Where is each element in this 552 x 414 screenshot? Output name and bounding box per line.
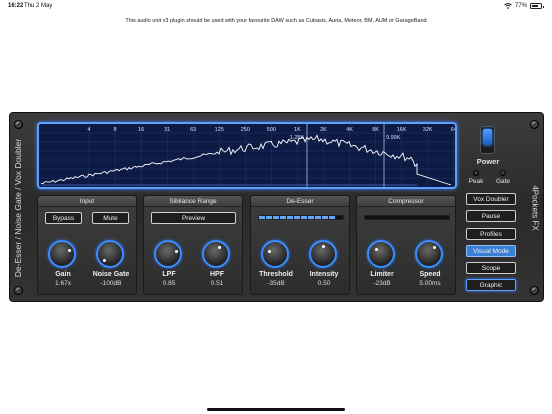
peak-label: Peak bbox=[468, 178, 484, 185]
compressor-panel: Compressor Limiter -23dB Speed 5.00ms bbox=[356, 195, 456, 295]
sibilance-title: Sibilance Range bbox=[144, 196, 242, 207]
speed-knob[interactable] bbox=[415, 240, 443, 268]
peak-led bbox=[473, 170, 479, 176]
gain-knob[interactable] bbox=[48, 240, 76, 268]
limiter-value: -23dB bbox=[373, 280, 391, 287]
limiter-knob[interactable] bbox=[367, 240, 395, 268]
deesser-meter bbox=[258, 215, 344, 220]
spectrum-svg: 481631631252505001K2K4K8K16K32K641.28K9.… bbox=[39, 124, 455, 187]
freq-label: 125 bbox=[215, 127, 224, 133]
hpf-value: 0.51 bbox=[210, 280, 224, 287]
freq-label: 63 bbox=[190, 127, 196, 133]
mute-button[interactable]: Mute bbox=[92, 212, 129, 224]
graphic-button[interactable]: Graphic bbox=[466, 279, 516, 291]
deesser-panel: De-Esser Threshold -35dB Intensity 0.50 bbox=[250, 195, 350, 295]
bypass-button[interactable]: Bypass bbox=[45, 212, 82, 224]
power-icon bbox=[483, 129, 492, 145]
wifi-icon bbox=[504, 3, 512, 9]
noise-gate-value: -100dB bbox=[100, 280, 122, 287]
freq-label: 31 bbox=[164, 127, 170, 133]
freq-label: 16 bbox=[138, 127, 144, 133]
threshold-label: Threshold bbox=[259, 271, 293, 278]
freq-label: 16K bbox=[397, 127, 407, 133]
status-time: 16:22 bbox=[8, 3, 24, 9]
freq-label: 8 bbox=[114, 127, 117, 133]
threshold-value: -35dB bbox=[267, 280, 285, 287]
vox-doubler-button[interactable]: Vox Doubler bbox=[466, 193, 516, 205]
power-label: Power bbox=[476, 157, 500, 166]
input-title: Input bbox=[38, 196, 136, 207]
scope-button[interactable]: Scope bbox=[466, 262, 516, 274]
speed-value: 5.00ms bbox=[419, 280, 441, 287]
profiles-button[interactable]: Profiles bbox=[466, 228, 516, 240]
lpf-knob[interactable] bbox=[154, 240, 182, 268]
compressor-title: Compressor bbox=[357, 196, 455, 207]
intensity-label: Intensity bbox=[309, 271, 339, 278]
freq-label: 4 bbox=[87, 127, 90, 133]
freq-label: 8K bbox=[372, 127, 379, 133]
freq-label: 1K bbox=[294, 127, 301, 133]
power-switch[interactable] bbox=[480, 126, 495, 154]
brand-label: 4Pockets FX bbox=[530, 185, 540, 231]
gain-label: Gain bbox=[55, 271, 71, 278]
threshold-knob[interactable] bbox=[261, 240, 289, 268]
preview-button[interactable]: Preview bbox=[151, 212, 236, 224]
noise-gate-knob[interactable] bbox=[96, 240, 124, 268]
sibilance-panel: Sibilance Range Preview LPF 0.85 HPF 0.5… bbox=[143, 195, 243, 295]
limiter-label: Limiter bbox=[370, 271, 394, 278]
battery-icon bbox=[530, 3, 544, 9]
compressor-meter bbox=[364, 215, 450, 220]
lpf-value: 0.85 bbox=[162, 280, 176, 287]
speed-label: Speed bbox=[419, 271, 441, 278]
plugin-name-label: De-Esser / Noise Gate / Vox Doubler bbox=[13, 138, 23, 278]
freq-label: 64 bbox=[451, 127, 455, 133]
gain-value: 1.67x bbox=[55, 280, 71, 287]
freq-label: 32K bbox=[423, 127, 433, 133]
hpf-label: HPF bbox=[210, 271, 224, 278]
noise-gate-label: Noise Gate bbox=[92, 271, 130, 278]
freq-label: 4K bbox=[346, 127, 353, 133]
status-indicators: 77% bbox=[504, 3, 544, 9]
intensity-knob[interactable] bbox=[309, 240, 337, 268]
plugin-panel: De-Esser / Noise Gate / Vox Doubler 4Poc… bbox=[9, 112, 544, 302]
battery-percent: 77% bbox=[514, 3, 527, 9]
status-bar: 16:22 Thu 2 May 77% bbox=[0, 0, 552, 12]
hpf-knob[interactable] bbox=[202, 240, 230, 268]
input-panel: Input Bypass Mute Gain 1.67x Noise Gate … bbox=[37, 195, 137, 295]
deesser-title: De-Esser bbox=[251, 196, 349, 207]
gate-label: Gate bbox=[495, 178, 511, 185]
status-date: Thu 2 May bbox=[24, 3, 53, 9]
intensity-value: 0.50 bbox=[317, 280, 331, 287]
gate-led bbox=[500, 170, 506, 176]
visual-mode-button[interactable]: Visual Mode bbox=[466, 245, 516, 257]
freq-label: 500 bbox=[267, 127, 276, 133]
info-text: This audio unit v3 plugin should be used… bbox=[125, 18, 427, 24]
marker-high-label: 9.99K bbox=[386, 135, 401, 141]
pause-button[interactable]: Pause bbox=[466, 210, 516, 222]
home-indicator bbox=[207, 408, 345, 411]
freq-label: 2K bbox=[320, 127, 327, 133]
freq-label: 250 bbox=[241, 127, 250, 133]
lpf-label: LPF bbox=[162, 271, 176, 278]
spectrum-graph[interactable]: 481631631252505001K2K4K8K16K32K641.28K9.… bbox=[37, 122, 457, 189]
